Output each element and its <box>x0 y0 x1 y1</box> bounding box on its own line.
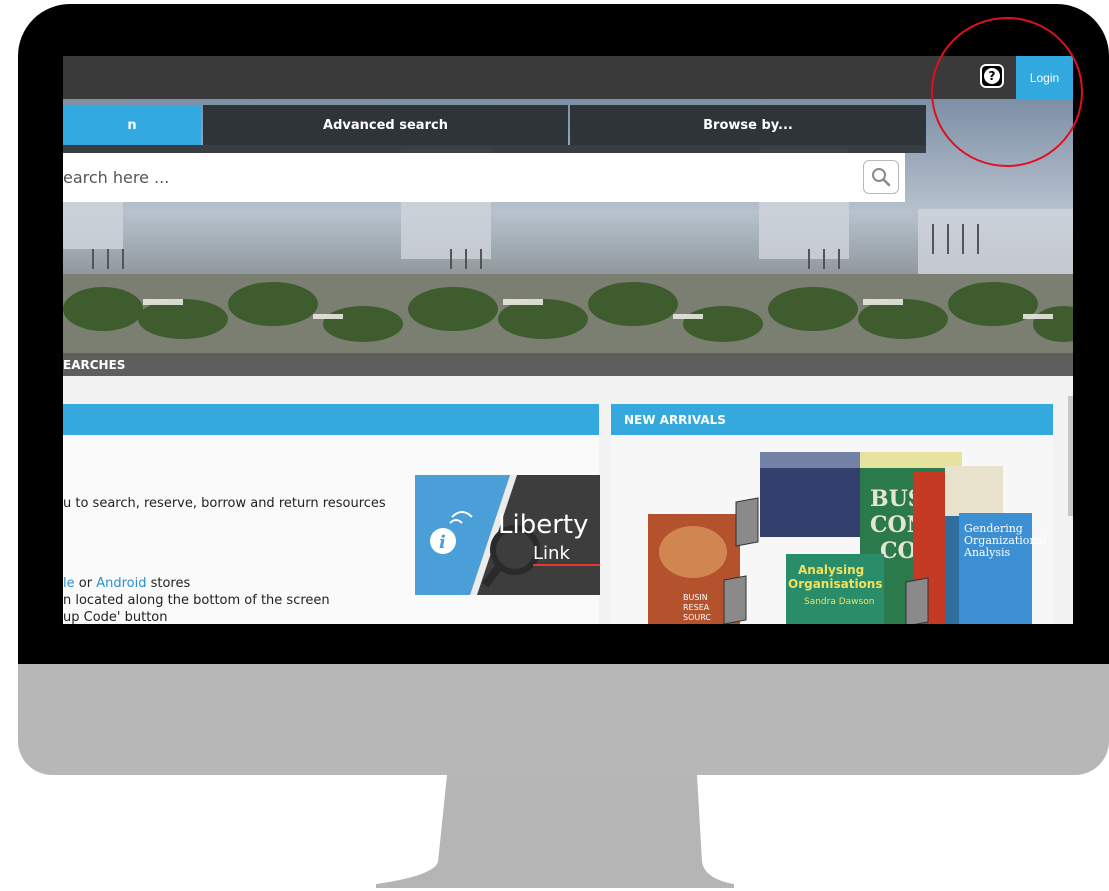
new-arrivals-title: NEW ARRIVALS <box>611 404 1053 435</box>
screen: ? Login n Advanced search Browse by... e… <box>63 56 1073 624</box>
svg-text:CO: CO <box>880 538 917 564</box>
tab-advanced-search[interactable]: Advanced search <box>203 105 568 145</box>
panel-description: u to search, reserve, borrow and return … <box>63 496 386 511</box>
recent-searches-bar[interactable]: EARCHES <box>63 353 1073 376</box>
magnifier-icon <box>872 168 891 187</box>
search-button[interactable] <box>863 160 899 194</box>
tab-browse-by[interactable]: Browse by... <box>570 105 926 145</box>
scrollbar[interactable] <box>1068 396 1073 516</box>
search-placeholder: earch here ... <box>63 168 170 187</box>
svg-text:Analysing: Analysing <box>798 563 864 577</box>
apple-store-link[interactable]: le <box>63 576 75 591</box>
link-logo-text: Link <box>533 543 570 564</box>
liberty-link-logo[interactable]: i Liberty Link <box>415 475 600 595</box>
top-bar: ? Login <box>63 56 1073 99</box>
monitor-chin <box>18 664 1109 775</box>
svg-text:Sandra Dawson: Sandra Dawson <box>804 597 874 607</box>
store-line-or: or <box>74 576 97 591</box>
tab-simple-search[interactable]: n <box>63 105 201 145</box>
search-input[interactable] <box>63 153 905 202</box>
android-store-link[interactable]: Android <box>96 576 146 591</box>
login-highlight-circle <box>931 17 1083 167</box>
content-area: u to search, reserve, borrow and return … <box>63 376 1073 624</box>
svg-text:Analysis: Analysis <box>963 546 1010 559</box>
store-line-end: stores <box>146 576 191 591</box>
panel-instruction-line: n located along the bottom of the screen <box>63 593 330 608</box>
svg-text:Organisations: Organisations <box>788 577 882 591</box>
new-arrivals-books[interactable]: BUSI CON CO Gendering Organizational Ana… <box>648 452 1048 624</box>
panel-store-line: le or Android stores <box>63 576 190 591</box>
liberty-link-panel-header <box>63 404 599 435</box>
svg-text:BUSIN: BUSIN <box>683 593 708 602</box>
liberty-link-graphic: i Liberty Link <box>415 475 600 595</box>
svg-text:i: i <box>439 532 446 553</box>
svg-text:SOURC: SOURC <box>683 613 711 622</box>
liberty-logo-text: Liberty <box>498 510 588 540</box>
tab-strip <box>63 145 926 153</box>
panel-setup-line: up Code' button <box>63 610 168 624</box>
svg-text:RESEA: RESEA <box>683 603 710 612</box>
